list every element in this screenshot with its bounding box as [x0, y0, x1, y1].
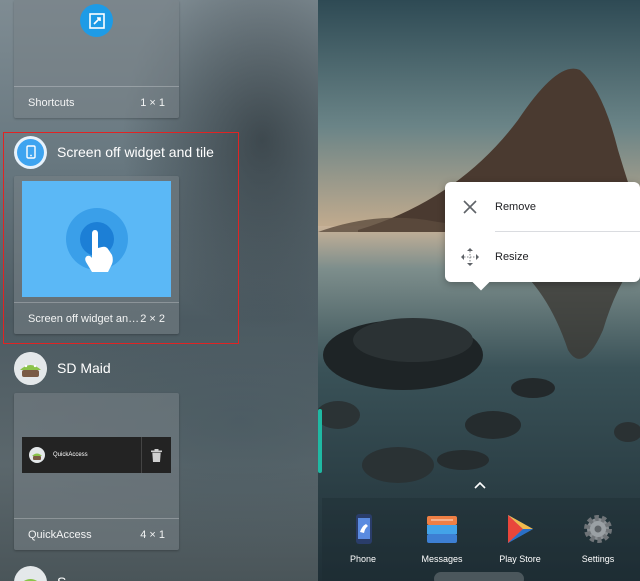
sd-maid-app-icon — [14, 351, 47, 385]
dock-item-phone[interactable]: Phone — [328, 512, 398, 564]
dock-label: Phone — [349, 554, 377, 564]
app-title: S — [57, 574, 66, 581]
next-app-icon — [14, 565, 47, 581]
widget-edge-handle[interactable] — [318, 409, 322, 473]
wallpaper-image — [318, 0, 640, 581]
shortcuts-widget-preview[interactable]: Shortcuts 1 × 1 — [14, 0, 179, 118]
sd-maid-mini-icon — [29, 447, 45, 463]
phone-icon — [356, 514, 372, 544]
dock-item-play-store[interactable]: Play Store — [485, 512, 555, 564]
home-screen[interactable] — [318, 0, 640, 581]
widget-name: Shortcuts — [28, 96, 75, 109]
dock-label: Play Store — [499, 554, 541, 564]
close-icon — [463, 200, 477, 214]
quickaccess-widget-footer: QuickAccess 4 × 1 — [14, 518, 179, 550]
widget-picker-panel: Shortcuts 1 × 1 Screen off widget and ti… — [0, 0, 318, 581]
remove-label: Remove — [495, 201, 536, 213]
quickaccess-widget-thumbnail: QuickAccess — [22, 437, 171, 473]
messages-icon — [427, 516, 457, 543]
widget-name: QuickAccess — [28, 528, 92, 541]
quickaccess-label: QuickAccess — [53, 452, 88, 458]
app-title: Screen off widget and tile — [57, 144, 214, 160]
widget-size: 4 × 1 — [140, 528, 165, 541]
remove-menu-item[interactable]: Remove — [445, 182, 640, 232]
resize-label: Resize — [495, 251, 529, 263]
dock-item-messages[interactable]: Messages — [407, 512, 477, 564]
app-title: SD Maid — [57, 360, 111, 376]
app-header-sd-maid: SD Maid — [14, 351, 111, 385]
screen-off-widget-footer: Screen off widget an… 2 × 2 — [14, 302, 179, 334]
gear-icon — [584, 515, 612, 543]
quickaccess-widget-preview[interactable]: QuickAccess QuickAccess 4 × 1 — [14, 393, 179, 550]
dock-label: Settings — [581, 554, 615, 564]
shortcuts-icon — [80, 4, 113, 37]
play-store-icon — [508, 515, 533, 543]
app-header-screen-off: Screen off widget and tile — [14, 135, 214, 169]
dock-item-settings[interactable]: Settings — [563, 512, 633, 564]
resize-menu-item[interactable]: Resize — [445, 232, 640, 282]
screen-off-app-icon — [14, 135, 47, 169]
home-gesture-pill[interactable] — [434, 572, 524, 581]
shortcuts-widget-footer: Shortcuts 1 × 1 — [14, 86, 179, 118]
dock-label: Messages — [421, 554, 463, 564]
widget-size: 1 × 1 — [140, 96, 165, 109]
widget-size: 2 × 2 — [140, 312, 165, 325]
chevron-up-icon[interactable] — [473, 480, 487, 490]
screen-off-widget-thumbnail — [22, 181, 171, 297]
app-header-next: S — [14, 565, 66, 581]
move-resize-icon — [461, 248, 479, 266]
trash-icon — [151, 448, 162, 462]
widget-name: Screen off widget an… — [28, 312, 138, 325]
dock: Phone Messages Play Store Settings — [322, 498, 640, 581]
hand-touch-icon — [84, 230, 113, 272]
screen-off-widget-preview[interactable]: Screen off widget an… 2 × 2 — [14, 176, 179, 334]
widget-context-menu: Remove Resize — [445, 182, 640, 282]
